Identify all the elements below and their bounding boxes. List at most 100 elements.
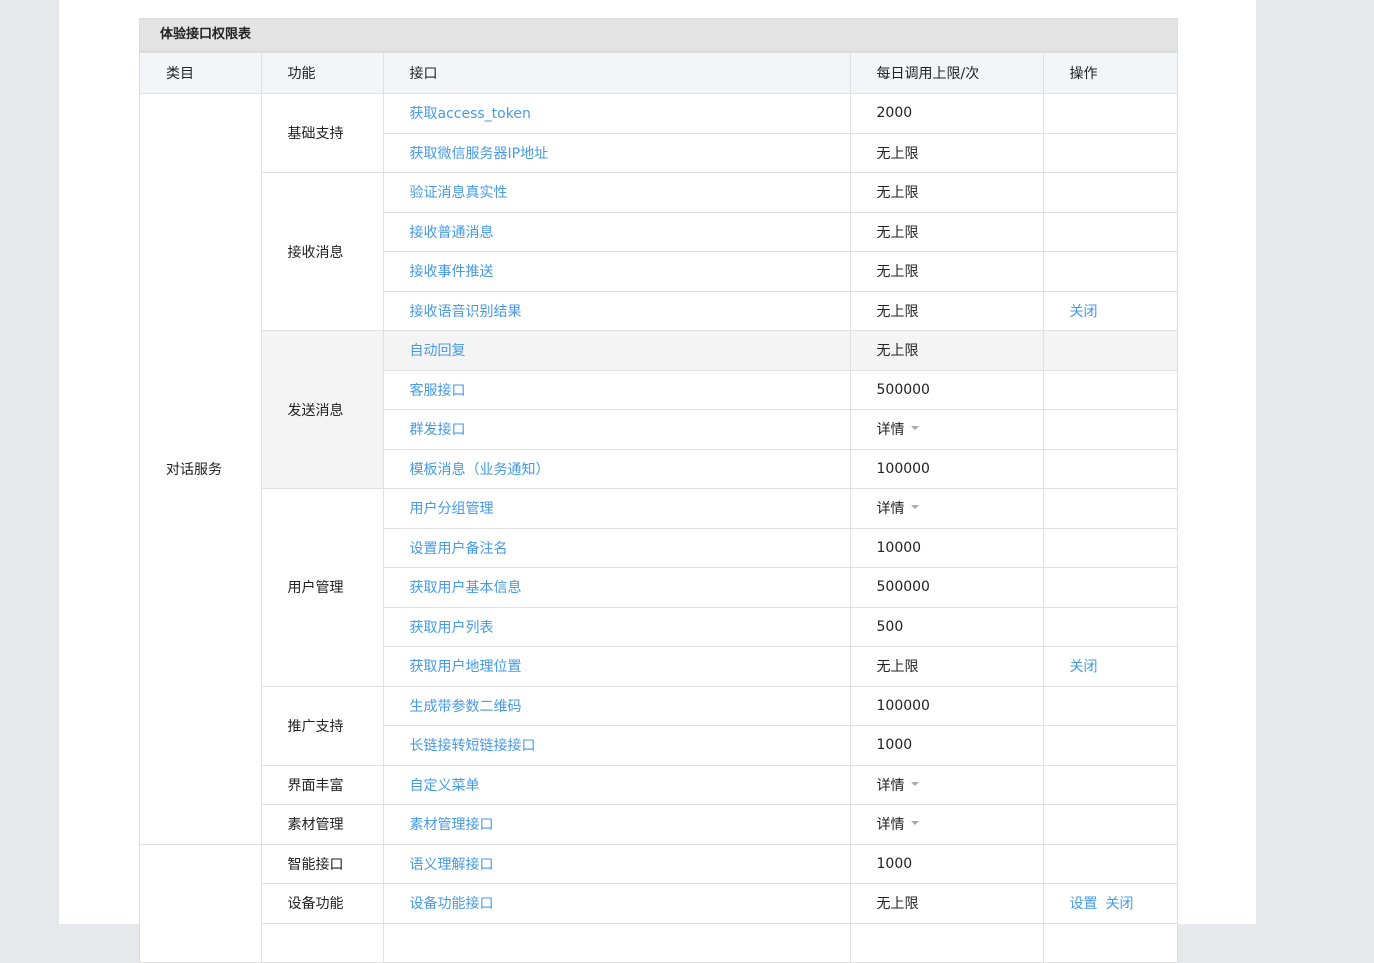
table-row: 素材管理 素材管理接口 详情: [140, 804, 1177, 845]
caret-down-icon: [910, 781, 919, 786]
header-category: 类目: [140, 52, 262, 94]
limit-cell: 10000: [849, 527, 1044, 568]
operation-cell: [1042, 527, 1177, 568]
function-cell: 推广支持: [260, 685, 384, 766]
limit-cell: 500: [849, 606, 1044, 647]
limit-cell: 无上限: [849, 646, 1044, 687]
operation-cell: [1042, 211, 1177, 252]
settings-button[interactable]: 设置: [1070, 896, 1098, 912]
operation-cell: [1042, 448, 1177, 489]
api-link[interactable]: 接收事件推送: [410, 264, 494, 280]
api-link[interactable]: 获取微信服务器IP地址: [410, 146, 549, 162]
header-operation: 操作: [1042, 52, 1177, 94]
function-cell: 接收消息: [260, 172, 384, 331]
operation-cell: [1042, 330, 1177, 371]
api-link[interactable]: 获取用户列表: [410, 620, 494, 636]
caret-down-icon: [910, 505, 919, 510]
table-row: 用户管理 用户分组管理 详情: [140, 488, 1177, 687]
api-link[interactable]: 群发接口: [410, 422, 466, 438]
api-link[interactable]: 长链接转短链接接口: [410, 738, 536, 754]
api-link[interactable]: 语义理解接口: [410, 857, 494, 873]
api-link[interactable]: 用户分组管理: [410, 501, 494, 517]
table-row: 设备功能 设备功能接口 无上限 设置 关闭: [140, 883, 1177, 924]
api-link[interactable]: 获取access_token: [410, 106, 531, 122]
limit-cell: 无上限: [849, 251, 1044, 292]
function-cell: 素材管理: [260, 804, 384, 845]
limit-cell: 无上限: [849, 290, 1044, 331]
header-function: 功能: [260, 52, 384, 94]
api-link[interactable]: 生成带参数二维码: [410, 699, 522, 715]
category-cell: 对话服务: [140, 93, 262, 845]
operation-cell: [1042, 172, 1177, 213]
operation-cell: [1042, 251, 1177, 292]
detail-label: 详情: [876, 817, 905, 834]
operation-cell: [1042, 409, 1177, 450]
api-link[interactable]: 素材管理接口: [410, 817, 494, 833]
operation-cell: [1042, 685, 1177, 726]
api-link[interactable]: 接收普通消息: [410, 225, 494, 241]
function-cell: 发送消息: [260, 330, 384, 489]
detail-dropdown[interactable]: 详情: [877, 814, 919, 834]
api-permission-table: 类目 功能 接口 每日调用上限/次 操作 对话服务 基础支持 获取access_…: [140, 52, 1177, 963]
api-link[interactable]: 自定义菜单: [410, 778, 480, 794]
detail-dropdown[interactable]: 详情: [877, 775, 919, 795]
api-link[interactable]: 获取用户基本信息: [410, 580, 522, 596]
limit-cell: 500000: [849, 567, 1044, 608]
api-link[interactable]: 客服接口: [410, 383, 466, 399]
panel-title: 体验接口权限表: [140, 19, 1177, 52]
detail-label: 详情: [876, 501, 905, 518]
table-header-row: 类目 功能 接口 每日调用上限/次 操作: [140, 52, 1177, 94]
operation-cell: [1042, 764, 1177, 805]
table-row: [140, 922, 1177, 963]
category-cell: [140, 843, 262, 963]
caret-down-icon: [910, 426, 919, 431]
operation-cell: [1042, 93, 1177, 134]
api-permission-panel: 体验接口权限表 类目 功能 接口 每日调用上限/次 操作 对话服务 基础支持 获…: [139, 18, 1178, 963]
table-row: 对话服务 基础支持 获取access_token 2000: [140, 93, 1177, 845]
table-row: 界面丰富 自定义菜单 详情: [140, 764, 1177, 805]
limit-cell: 1000: [849, 725, 1044, 766]
close-button[interactable]: 关闭: [1106, 896, 1134, 912]
api-link[interactable]: 接收语音识别结果: [410, 304, 522, 320]
operation-cell: 设置 关闭: [1042, 883, 1177, 924]
operation-cell: [1042, 804, 1177, 845]
table-row: 发送消息 自动回复 无上限: [140, 330, 1177, 489]
operation-cell: [1042, 843, 1177, 884]
function-cell: 界面丰富: [260, 764, 384, 805]
limit-cell: 2000: [849, 93, 1044, 134]
close-button[interactable]: 关闭: [1070, 659, 1098, 675]
api-link[interactable]: 设备功能接口: [410, 896, 494, 912]
limit-cell: 无上限: [849, 132, 1044, 173]
api-link[interactable]: 获取用户地理位置: [410, 659, 522, 675]
table-row: 接收消息 验证消息真实性 无上限: [140, 172, 1177, 331]
limit-cell: 无上限: [849, 211, 1044, 252]
function-cell: 基础支持: [260, 93, 384, 173]
limit-cell: 100000: [849, 685, 1044, 726]
close-button[interactable]: 关闭: [1070, 304, 1098, 320]
operation-cell: [1042, 132, 1177, 173]
limit-cell: 无上限: [849, 883, 1044, 924]
header-limit: 每日调用上限/次: [849, 52, 1044, 94]
table-row: 智能接口 语义理解接口 1000: [140, 843, 1177, 963]
detail-dropdown[interactable]: 详情: [877, 419, 919, 439]
detail-label: 详情: [876, 777, 905, 794]
operation-cell: [1042, 606, 1177, 647]
function-cell: 设备功能: [260, 883, 384, 924]
operation-cell: 关闭: [1042, 290, 1177, 331]
page-content: 体验接口权限表 类目 功能 接口 每日调用上限/次 操作 对话服务 基础支持 获…: [59, 0, 1256, 963]
header-api: 接口: [382, 52, 851, 94]
api-link[interactable]: 自动回复: [410, 343, 466, 359]
table-row: 推广支持 生成带参数二维码 100000: [140, 685, 1177, 766]
api-link[interactable]: 设置用户备注名: [410, 541, 508, 557]
function-cell: 智能接口: [260, 843, 384, 884]
caret-down-icon: [910, 821, 919, 826]
operation-cell: [1042, 567, 1177, 608]
detail-label: 详情: [876, 422, 905, 439]
api-link[interactable]: 模板消息（业务通知）: [410, 462, 550, 478]
function-cell: [260, 922, 384, 963]
function-cell: 用户管理: [260, 488, 384, 687]
operation-cell: 关闭: [1042, 646, 1177, 687]
api-link[interactable]: 验证消息真实性: [410, 185, 508, 201]
detail-dropdown[interactable]: 详情: [877, 498, 919, 518]
limit-cell: 1000: [849, 843, 1044, 884]
